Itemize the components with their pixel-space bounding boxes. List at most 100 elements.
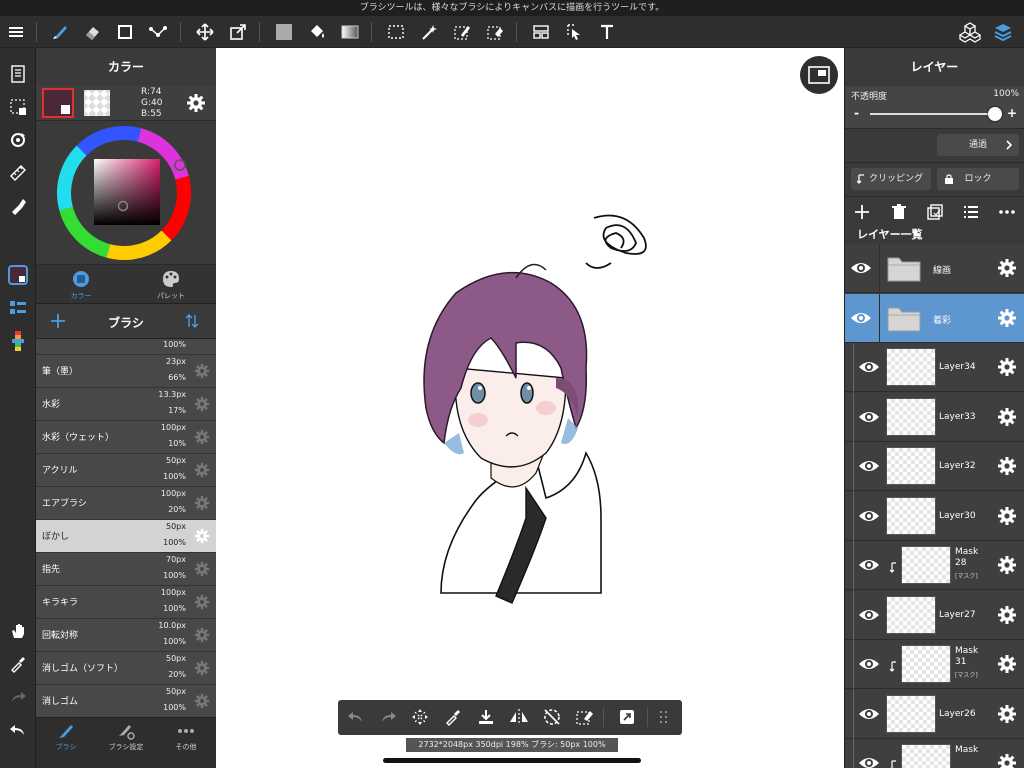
- brush-row[interactable]: アクリル 50px 100%: [36, 454, 216, 487]
- eye-visibility-icon[interactable]: [850, 309, 872, 327]
- color-settings-gear-icon[interactable]: [186, 93, 206, 113]
- select-tool-icon[interactable]: [383, 19, 409, 45]
- brush-row[interactable]: 回転対称 10.0px 100%: [36, 619, 216, 652]
- brush-gear-icon[interactable]: [194, 594, 210, 610]
- opacity-slider[interactable]: [870, 107, 1002, 121]
- brush-gear-icon[interactable]: [194, 627, 210, 643]
- brush-gear-icon[interactable]: [194, 693, 210, 709]
- layer-row[interactable]: 線画: [845, 244, 1024, 293]
- opacity-plus-button[interactable]: +: [1007, 106, 1017, 120]
- snap-rotate-icon[interactable]: [408, 705, 432, 729]
- main-color-swatch[interactable]: [42, 88, 74, 118]
- eyedropper-icon[interactable]: [5, 651, 31, 677]
- brush-gear-icon[interactable]: [194, 396, 210, 412]
- delete-layer-icon[interactable]: [891, 204, 907, 224]
- layer-list-icon[interactable]: [963, 204, 979, 224]
- selection-pen-icon[interactable]: [449, 19, 475, 45]
- brush-row-partial[interactable]: 100%: [36, 339, 216, 355]
- layer-gear-icon[interactable]: [997, 506, 1017, 526]
- filter-tool-icon[interactable]: [145, 19, 171, 45]
- sort-brush-icon[interactable]: [184, 313, 200, 329]
- document-icon[interactable]: [5, 61, 31, 87]
- rotate-canvas-icon[interactable]: [5, 127, 31, 153]
- tab-brush[interactable]: ブラシ: [36, 722, 96, 766]
- sub-color-swatch[interactable]: [84, 90, 110, 116]
- eye-visibility-icon[interactable]: [858, 556, 880, 574]
- eye-visibility-icon[interactable]: [858, 754, 880, 768]
- shape-tool-icon[interactable]: [112, 19, 138, 45]
- layer-gear-icon[interactable]: [997, 704, 1017, 724]
- brush-gear-icon[interactable]: [194, 429, 210, 445]
- tab-brush-settings[interactable]: ブラシ設定: [96, 722, 156, 766]
- opacity-minus-button[interactable]: -: [854, 106, 859, 120]
- layer-row[interactable]: Layer26: [845, 689, 1024, 739]
- tab-more[interactable]: その他: [156, 722, 216, 766]
- menu-icon[interactable]: [3, 19, 29, 45]
- material-icon[interactable]: [957, 19, 983, 45]
- layer-row[interactable]: Layer34: [845, 343, 1024, 392]
- layer-gear-icon[interactable]: [997, 753, 1017, 768]
- brush-row[interactable]: 水彩 13.3px 17%: [36, 388, 216, 421]
- layer-row[interactable]: Layer33: [845, 392, 1024, 442]
- layer-gear-icon[interactable]: [997, 605, 1017, 625]
- lock-button[interactable]: ロック: [937, 168, 1019, 190]
- brush-row[interactable]: 筆（墨） 23px 66%: [36, 355, 216, 388]
- brush-row[interactable]: エアブラシ 100px 20%: [36, 487, 216, 520]
- layer-row[interactable]: Layer32: [845, 442, 1024, 491]
- magic-wand-icon[interactable]: [416, 19, 442, 45]
- brush-gear-icon[interactable]: [194, 495, 210, 511]
- eye-visibility-icon[interactable]: [858, 358, 880, 376]
- flip-horizontal-icon[interactable]: [507, 705, 531, 729]
- operation-tool-icon[interactable]: [561, 19, 587, 45]
- gradient-tool-icon[interactable]: [337, 19, 363, 45]
- color-panel-toggle-icon[interactable]: [5, 262, 31, 288]
- layer-gear-icon[interactable]: [997, 555, 1017, 575]
- move-tool-icon[interactable]: [192, 19, 218, 45]
- layer-gear-icon[interactable]: [997, 407, 1017, 427]
- add-layer-icon[interactable]: [854, 204, 870, 224]
- brush-gear-icon[interactable]: [194, 660, 210, 676]
- layer-row[interactable]: Layer27: [845, 590, 1024, 640]
- eye-visibility-icon[interactable]: [858, 705, 880, 723]
- opacity-slider-knob[interactable]: [988, 107, 1002, 121]
- pen-pressure-icon[interactable]: [5, 193, 31, 219]
- transform-tool-icon[interactable]: [225, 19, 251, 45]
- eyedropper-bottom-icon[interactable]: [441, 705, 465, 729]
- selection-layer-icon[interactable]: [5, 94, 31, 120]
- layer-gear-icon[interactable]: [997, 456, 1017, 476]
- frame-divider-icon[interactable]: [528, 19, 554, 45]
- fill-color-icon[interactable]: [271, 19, 297, 45]
- eye-visibility-icon[interactable]: [858, 606, 880, 624]
- import-icon[interactable]: [474, 705, 498, 729]
- clear-selection-icon[interactable]: [573, 705, 597, 729]
- layer-gear-icon[interactable]: [997, 258, 1017, 278]
- brush-gear-icon[interactable]: [194, 561, 210, 577]
- brush-row[interactable]: 消しゴム 50px 100%: [36, 685, 216, 718]
- drag-handle-icon[interactable]: [652, 705, 676, 729]
- brush-row[interactable]: ぼかし 50px 100%: [36, 520, 216, 553]
- hand-tool-icon[interactable]: [5, 618, 31, 644]
- layer-more-icon[interactable]: [999, 204, 1015, 224]
- layer-row[interactable]: Mask: [845, 739, 1024, 768]
- brush-list-toggle-icon[interactable]: [5, 295, 31, 321]
- brush-row[interactable]: 指先 70px 100%: [36, 553, 216, 586]
- selection-eraser-icon[interactable]: [482, 19, 508, 45]
- eye-visibility-icon[interactable]: [858, 655, 880, 673]
- redo-icon[interactable]: [5, 684, 31, 710]
- blend-mode-button[interactable]: 通過: [937, 134, 1019, 156]
- redo-bottom-icon[interactable]: [376, 705, 400, 729]
- brush-gear-icon[interactable]: [194, 363, 210, 379]
- tab-palette[interactable]: パレット: [126, 265, 216, 304]
- reset-rotation-icon[interactable]: [540, 705, 564, 729]
- eraser-tool-icon[interactable]: [79, 19, 105, 45]
- text-tool-icon[interactable]: [594, 19, 620, 45]
- eye-visibility-icon[interactable]: [858, 408, 880, 426]
- tab-color[interactable]: カラー: [36, 265, 126, 304]
- layer-gear-icon[interactable]: [997, 308, 1017, 328]
- eye-visibility-icon[interactable]: [858, 457, 880, 475]
- duplicate-layer-icon[interactable]: [927, 204, 943, 224]
- layer-gear-icon[interactable]: [997, 357, 1017, 377]
- brush-gear-icon[interactable]: [194, 528, 210, 544]
- drawing-canvas[interactable]: [216, 48, 844, 753]
- layer-row[interactable]: Mask 28 [マスク]: [845, 541, 1024, 590]
